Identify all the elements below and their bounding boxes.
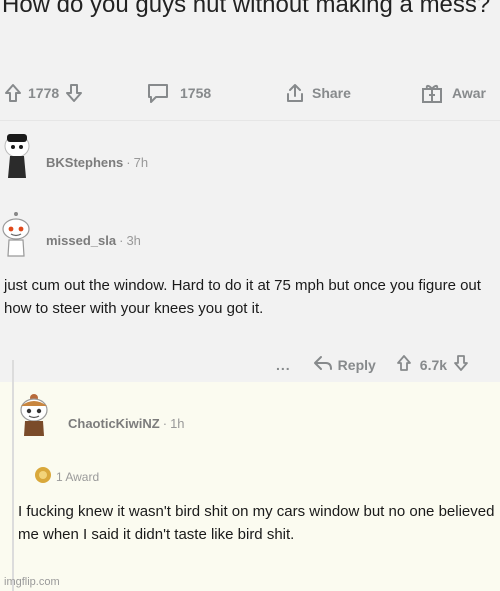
- gift-icon: [420, 81, 444, 105]
- downvote-icon[interactable]: [453, 354, 469, 375]
- watermark: imgflip.com: [4, 576, 60, 588]
- comment-body: just cum out the window. Hard to do it a…: [4, 277, 481, 317]
- timestamp: 3h: [126, 233, 141, 248]
- downvote-icon[interactable]: [65, 83, 83, 103]
- award-label: Awar: [452, 85, 486, 101]
- avatar[interactable]: [14, 392, 54, 445]
- award-button[interactable]: Awar: [420, 76, 486, 110]
- comment-author-line: ChaoticKiwiNZ · 1h: [68, 416, 185, 431]
- comment-count: 1758: [180, 85, 212, 101]
- timestamp: 1h: [170, 416, 185, 431]
- vote-count: 6.7k: [419, 356, 448, 373]
- username[interactable]: missed_sla: [46, 233, 116, 248]
- reply-label: Reply: [337, 356, 376, 373]
- timestamp: 7h: [133, 155, 149, 170]
- vote-group: 6.7k: [396, 354, 469, 375]
- comment-body: I fucking knew it wasn't bird shit on my…: [18, 503, 495, 543]
- more-options-button[interactable]: ...: [276, 357, 291, 373]
- comment-author-line: BKStephens · 7h: [46, 155, 149, 170]
- reply-icon: [313, 355, 333, 374]
- upvote-count: 1778: [28, 85, 60, 101]
- share-label: Share: [312, 85, 351, 101]
- avatar[interactable]: [2, 132, 32, 185]
- comments-button[interactable]: 1758: [146, 76, 211, 110]
- post-action-bar: 1778 1758 Share Awar: [0, 76, 500, 110]
- share-icon: [284, 82, 306, 104]
- reply-button[interactable]: Reply: [313, 355, 376, 374]
- avatar[interactable]: [0, 212, 32, 265]
- upvote-icon[interactable]: [4, 83, 22, 103]
- comment-icon: [146, 82, 170, 104]
- award-badge[interactable]: 1 Award: [34, 466, 99, 487]
- post-title: How do you guys nut without making a mes…: [2, 0, 491, 18]
- upvote-icon[interactable]: [396, 354, 412, 375]
- username[interactable]: BKStephens: [46, 155, 123, 170]
- comment-author-line: missed_sla · 3h: [46, 233, 141, 248]
- upvote-group: 1778: [4, 76, 83, 110]
- divider: [0, 120, 500, 121]
- award-count: 1 Award: [56, 469, 100, 484]
- username[interactable]: ChaoticKiwiNZ: [68, 416, 160, 431]
- share-button[interactable]: Share: [284, 76, 351, 110]
- comment-actions: ... Reply 6.7k: [276, 354, 469, 375]
- award-icon: [34, 466, 52, 487]
